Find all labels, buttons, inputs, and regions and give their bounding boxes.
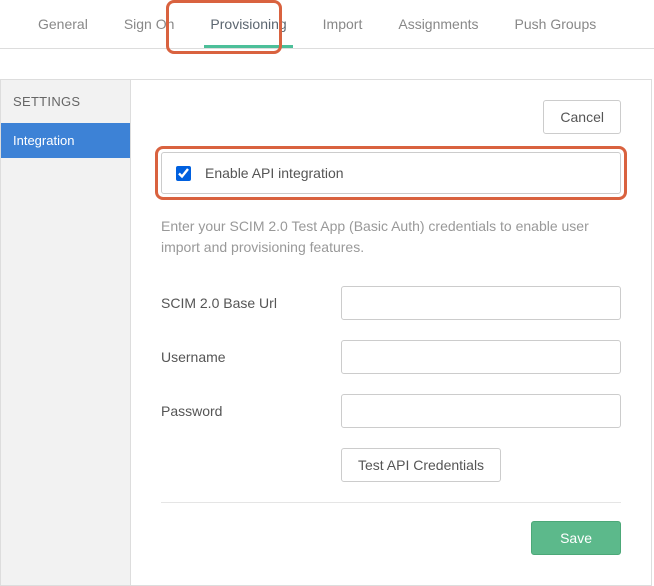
tab-general[interactable]: General <box>20 0 106 48</box>
input-password[interactable] <box>341 394 621 428</box>
label-username: Username <box>161 349 341 365</box>
row-test: Test API Credentials <box>161 448 621 482</box>
tab-sign-on[interactable]: Sign On <box>106 0 193 48</box>
label-base-url: SCIM 2.0 Base Url <box>161 295 341 311</box>
tab-import[interactable]: Import <box>305 0 381 48</box>
settings-sidebar: SETTINGS Integration <box>1 80 131 585</box>
input-username[interactable] <box>341 340 621 374</box>
enable-api-label: Enable API integration <box>205 165 344 181</box>
label-password: Password <box>161 403 341 419</box>
row-base-url: SCIM 2.0 Base Url <box>161 286 621 320</box>
bottom-actions: Save <box>161 521 621 555</box>
save-button[interactable]: Save <box>531 521 621 555</box>
row-username: Username <box>161 340 621 374</box>
tab-push-groups[interactable]: Push Groups <box>497 0 615 48</box>
enable-api-checkbox[interactable] <box>176 166 191 181</box>
tab-provisioning[interactable]: Provisioning <box>192 0 304 48</box>
test-api-credentials-button[interactable]: Test API Credentials <box>341 448 501 482</box>
sidebar-title: SETTINGS <box>1 80 130 123</box>
divider <box>161 502 621 503</box>
tab-assignments[interactable]: Assignments <box>380 0 496 48</box>
row-password: Password <box>161 394 621 428</box>
help-text: Enter your SCIM 2.0 Test App (Basic Auth… <box>161 216 621 258</box>
enable-api-section: Enable API integration <box>161 152 621 194</box>
enable-api-row: Enable API integration <box>161 152 621 194</box>
cancel-button[interactable]: Cancel <box>543 100 621 134</box>
content-panel: SETTINGS Integration Cancel Enable API i… <box>0 79 652 586</box>
top-actions: Cancel <box>161 100 621 134</box>
input-base-url[interactable] <box>341 286 621 320</box>
tab-bar: General Sign On Provisioning Import Assi… <box>0 0 654 49</box>
main-panel: Cancel Enable API integration Enter your… <box>131 80 651 585</box>
sidebar-item-integration[interactable]: Integration <box>1 123 130 158</box>
